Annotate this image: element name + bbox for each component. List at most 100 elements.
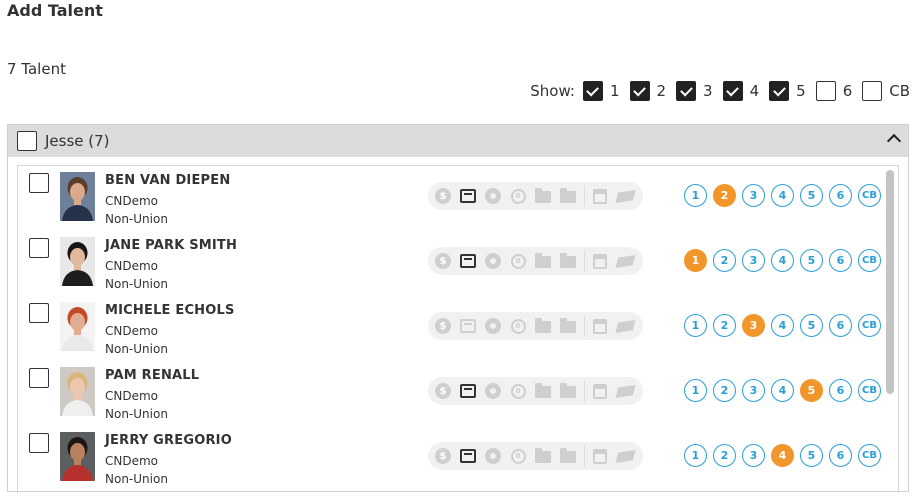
calendar-icon[interactable] xyxy=(591,447,609,465)
resume-icon[interactable] xyxy=(459,252,477,270)
talent-name[interactable]: BEN VAN DIEPEN xyxy=(105,173,230,188)
timer-icon[interactable]: 0 xyxy=(509,252,527,270)
dollar-icon[interactable]: $ xyxy=(434,187,452,205)
show-checkbox[interactable] xyxy=(862,81,883,101)
show-option-4[interactable]: 4 xyxy=(722,81,759,101)
folder-icon[interactable] xyxy=(559,447,577,465)
show-option-cb[interactable]: CB xyxy=(862,81,910,101)
show-option-3[interactable]: 3 xyxy=(676,81,713,101)
show-checkbox[interactable] xyxy=(815,81,836,101)
talent-avatar[interactable] xyxy=(60,432,95,481)
scrollbar[interactable] xyxy=(886,170,894,488)
dollar-icon[interactable]: $ xyxy=(434,382,452,400)
round-button-4[interactable]: 4 xyxy=(771,314,794,337)
round-button-cb[interactable]: CB xyxy=(858,184,881,207)
talent-name[interactable]: JANE PARK SMITH xyxy=(105,238,237,253)
talent-avatar[interactable] xyxy=(60,172,95,221)
folder-icon[interactable] xyxy=(559,187,577,205)
talent-checkbox[interactable] xyxy=(29,368,49,388)
round-button-6[interactable]: 6 xyxy=(829,444,852,467)
film-reel-icon[interactable] xyxy=(484,317,502,335)
dollar-icon[interactable]: $ xyxy=(434,447,452,465)
folder-icon[interactable] xyxy=(559,317,577,335)
round-button-1[interactable]: 1 xyxy=(684,249,707,272)
show-option-1[interactable]: 1 xyxy=(582,81,620,101)
round-button-2[interactable]: 2 xyxy=(713,314,736,337)
dollar-icon[interactable]: $ xyxy=(434,317,452,335)
round-button-1[interactable]: 1 xyxy=(684,184,707,207)
show-checkbox[interactable] xyxy=(769,81,790,101)
folder-icon[interactable] xyxy=(534,252,552,270)
resume-icon[interactable] xyxy=(459,317,477,335)
talent-checkbox[interactable] xyxy=(29,303,49,323)
show-checkbox[interactable] xyxy=(676,81,697,101)
round-button-1[interactable]: 1 xyxy=(684,314,707,337)
round-button-cb[interactable]: CB xyxy=(858,379,881,402)
show-checkbox[interactable] xyxy=(582,81,603,101)
ticket-icon[interactable] xyxy=(616,317,634,335)
talent-name[interactable]: PAM RENALL xyxy=(105,368,199,383)
calendar-icon[interactable] xyxy=(591,317,609,335)
talent-avatar[interactable] xyxy=(60,367,95,416)
round-button-cb[interactable]: CB xyxy=(858,249,881,272)
talent-name[interactable]: MICHELE ECHOLS xyxy=(105,303,235,318)
scrollbar-thumb[interactable] xyxy=(886,170,894,394)
calendar-icon[interactable] xyxy=(591,252,609,270)
folder-icon[interactable] xyxy=(534,317,552,335)
folder-icon[interactable] xyxy=(559,252,577,270)
round-button-5[interactable]: 5 xyxy=(800,379,823,402)
round-button-4[interactable]: 4 xyxy=(771,184,794,207)
round-button-cb[interactable]: CB xyxy=(858,444,881,467)
folder-icon[interactable] xyxy=(534,187,552,205)
talent-checkbox[interactable] xyxy=(29,173,49,193)
round-button-2[interactable]: 2 xyxy=(713,184,736,207)
round-button-2[interactable]: 2 xyxy=(713,379,736,402)
film-reel-icon[interactable] xyxy=(484,187,502,205)
round-button-3[interactable]: 3 xyxy=(742,314,765,337)
show-checkbox[interactable] xyxy=(722,81,743,101)
round-button-3[interactable]: 3 xyxy=(742,444,765,467)
round-button-5[interactable]: 5 xyxy=(800,314,823,337)
round-button-6[interactable]: 6 xyxy=(829,249,852,272)
ticket-icon[interactable] xyxy=(616,382,634,400)
round-button-cb[interactable]: CB xyxy=(858,314,881,337)
talent-avatar[interactable] xyxy=(60,237,95,286)
round-button-5[interactable]: 5 xyxy=(800,249,823,272)
show-option-2[interactable]: 2 xyxy=(629,81,666,101)
round-button-2[interactable]: 2 xyxy=(713,249,736,272)
folder-icon[interactable] xyxy=(534,447,552,465)
ticket-icon[interactable] xyxy=(616,447,634,465)
round-button-4[interactable]: 4 xyxy=(771,379,794,402)
round-button-6[interactable]: 6 xyxy=(829,379,852,402)
round-button-6[interactable]: 6 xyxy=(829,184,852,207)
ticket-icon[interactable] xyxy=(616,252,634,270)
folder-icon[interactable] xyxy=(534,382,552,400)
round-button-5[interactable]: 5 xyxy=(800,444,823,467)
round-button-6[interactable]: 6 xyxy=(829,314,852,337)
group-checkbox[interactable] xyxy=(17,131,37,151)
dollar-icon[interactable]: $ xyxy=(434,252,452,270)
show-checkbox[interactable] xyxy=(629,81,650,101)
round-button-4[interactable]: 4 xyxy=(771,249,794,272)
round-button-4[interactable]: 4 xyxy=(771,444,794,467)
round-button-1[interactable]: 1 xyxy=(684,444,707,467)
timer-icon[interactable]: 0 xyxy=(509,317,527,335)
ticket-icon[interactable] xyxy=(616,187,634,205)
talent-checkbox[interactable] xyxy=(29,433,49,453)
round-button-2[interactable]: 2 xyxy=(713,444,736,467)
timer-icon[interactable]: 0 xyxy=(509,187,527,205)
calendar-icon[interactable] xyxy=(591,382,609,400)
group-header[interactable]: Jesse (7) xyxy=(8,125,908,157)
timer-icon[interactable]: 0 xyxy=(509,382,527,400)
resume-icon[interactable] xyxy=(459,447,477,465)
round-button-5[interactable]: 5 xyxy=(800,184,823,207)
show-option-5[interactable]: 5 xyxy=(769,81,806,101)
talent-checkbox[interactable] xyxy=(29,238,49,258)
round-button-3[interactable]: 3 xyxy=(742,184,765,207)
resume-icon[interactable] xyxy=(459,382,477,400)
talent-name[interactable]: JERRY GREGORIO xyxy=(105,433,232,448)
show-option-6[interactable]: 6 xyxy=(815,81,852,101)
talent-avatar[interactable] xyxy=(60,302,95,351)
resume-icon[interactable] xyxy=(459,187,477,205)
calendar-icon[interactable] xyxy=(591,187,609,205)
